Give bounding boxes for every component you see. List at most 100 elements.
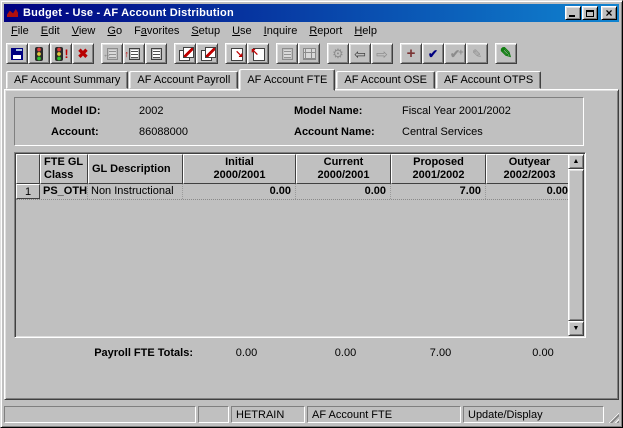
add-icon (404, 47, 419, 61)
cell-gl-description[interactable]: Non Instructional (88, 184, 183, 199)
list-icon (149, 47, 164, 61)
column-header-fte-gl-class: FTE GL Class (40, 154, 88, 184)
scroll-up-button[interactable]: ▲ (568, 154, 584, 169)
header-line: Proposed (392, 156, 485, 169)
next-page-button[interactable] (225, 43, 247, 64)
update-all-icon (448, 47, 463, 61)
menu-item-label: E (41, 25, 48, 37)
status-panel-name: AF Account FTE (307, 406, 461, 423)
prev-page-button[interactable] (247, 43, 269, 64)
menu-view[interactable]: View (66, 23, 102, 39)
tab-strip: AF Account Summary AF Account Payroll AF… (4, 67, 619, 89)
tab-af-account-payroll[interactable]: AF Account Payroll (129, 71, 238, 89)
column-header-gl-description: GL Description (88, 154, 183, 184)
account-value: 86088000 (139, 126, 294, 138)
row-number-cell[interactable]: 1 (16, 184, 40, 199)
model-name-value: Fiscal Year 2001/2002 (402, 105, 583, 117)
prev-in-list-icon (105, 47, 120, 61)
menu-item-label: ile (18, 25, 29, 37)
header-line: FTE GL (44, 156, 83, 169)
app-icon (6, 7, 20, 19)
forward-arrow-icon (375, 47, 390, 61)
menu-file[interactable]: File (5, 23, 35, 39)
copy-all-icon (200, 47, 215, 61)
cell-initial[interactable]: 0.00 (183, 184, 296, 199)
toolbar-separator (94, 53, 101, 54)
vertical-scrollbar[interactable]: ▲ ▼ (568, 154, 584, 336)
toolbar (4, 40, 619, 67)
tab-af-account-summary[interactable]: AF Account Summary (6, 71, 128, 89)
grid-empty-area (16, 200, 568, 336)
cancel-button[interactable] (72, 43, 94, 64)
update-display-button[interactable] (422, 43, 444, 64)
fte-grid: FTE GL Class GL Description Initial 2000… (14, 152, 586, 338)
scrollbar-thumb[interactable] (568, 169, 584, 321)
forward-button (371, 43, 393, 64)
menu-help[interactable]: Help (348, 23, 383, 39)
model-id-label: Model ID: (51, 105, 139, 117)
next-in-list-button[interactable] (123, 43, 145, 64)
highlighter-icon (499, 47, 514, 61)
menu-item-label: G (107, 25, 116, 37)
cell-proposed[interactable]: 7.00 (391, 184, 486, 199)
toolbar-separator (218, 53, 225, 54)
menu-setup[interactable]: Setup (185, 23, 226, 39)
account-label: Account: (51, 126, 139, 138)
toolbar-separator (320, 53, 327, 54)
minimize-button[interactable] (565, 6, 581, 20)
tab-af-account-fte[interactable]: AF Account FTE (239, 69, 335, 91)
header-line: Class (44, 169, 73, 182)
scroll-down-button[interactable]: ▼ (568, 321, 584, 336)
status-blank-panel (198, 406, 229, 423)
back-button[interactable] (349, 43, 371, 64)
tab-af-account-ose[interactable]: AF Account OSE (336, 71, 435, 89)
list-button[interactable] (145, 43, 167, 64)
tab-page: Model ID: 2002 Model Name: Fiscal Year 2… (4, 89, 619, 400)
header-line: 2000/2001 (184, 169, 295, 182)
menu-go[interactable]: Go (101, 23, 128, 39)
header-line: Initial (184, 156, 295, 169)
cell-current[interactable]: 0.00 (296, 184, 391, 199)
copy-button[interactable] (174, 43, 196, 64)
totals-row: Payroll FTE Totals: 0.00 0.00 7.00 0.00 (14, 347, 618, 359)
menu-item-label: etup (199, 25, 220, 37)
column-header-outyear: Outyear 2002/2003 (486, 154, 568, 184)
header-line: 2000/2001 (297, 169, 390, 182)
close-button[interactable]: × (601, 6, 617, 20)
resize-grip[interactable] (606, 410, 619, 423)
menu-item-label: elp (362, 25, 377, 37)
menu-favorites[interactable]: Favorites (128, 23, 185, 39)
menu-item-label: F (11, 25, 18, 37)
cell-outyear[interactable]: 0.00 (486, 184, 568, 199)
window-title: Budget - Use - AF Account Distribution (23, 7, 561, 19)
total-current: 0.00 (298, 347, 393, 359)
add-button[interactable] (400, 43, 422, 64)
copy-all-button[interactable] (196, 43, 218, 64)
menu-report[interactable]: Report (303, 23, 348, 39)
scrollbar-track[interactable] (568, 169, 584, 321)
menu-use[interactable]: Use (226, 23, 258, 39)
totals-label: Payroll FTE Totals: (14, 347, 195, 359)
toolbar-separator (167, 53, 174, 54)
total-initial: 0.00 (195, 347, 298, 359)
menu-item-label: iew (79, 25, 96, 37)
scroll-down-icon: ▼ (573, 325, 580, 332)
maximize-button[interactable] (582, 6, 598, 20)
table-row[interactable]: 1 PS_OTH Non Instructional 0.00 0.00 7.0… (16, 184, 568, 200)
menu-inquire[interactable]: Inquire (258, 23, 304, 39)
update-all-button (444, 43, 466, 64)
run-button[interactable] (28, 43, 50, 64)
menu-item-label: nquire (267, 25, 298, 37)
worklist-button (276, 43, 298, 64)
tab-af-account-otps[interactable]: AF Account OTPS (436, 71, 541, 89)
save-button[interactable] (6, 43, 28, 64)
highlighter-button[interactable] (495, 43, 517, 64)
cell-fte-gl-class[interactable]: PS_OTH (40, 184, 88, 199)
title-bar[interactable]: Budget - Use - AF Account Distribution × (4, 4, 619, 22)
maximize-icon (586, 10, 594, 17)
run-alert-button[interactable] (50, 43, 72, 64)
traffic-light-icon (32, 47, 47, 61)
header-line: 2001/2002 (392, 169, 485, 182)
toolbar-separator (488, 53, 495, 54)
menu-edit[interactable]: Edit (35, 23, 66, 39)
